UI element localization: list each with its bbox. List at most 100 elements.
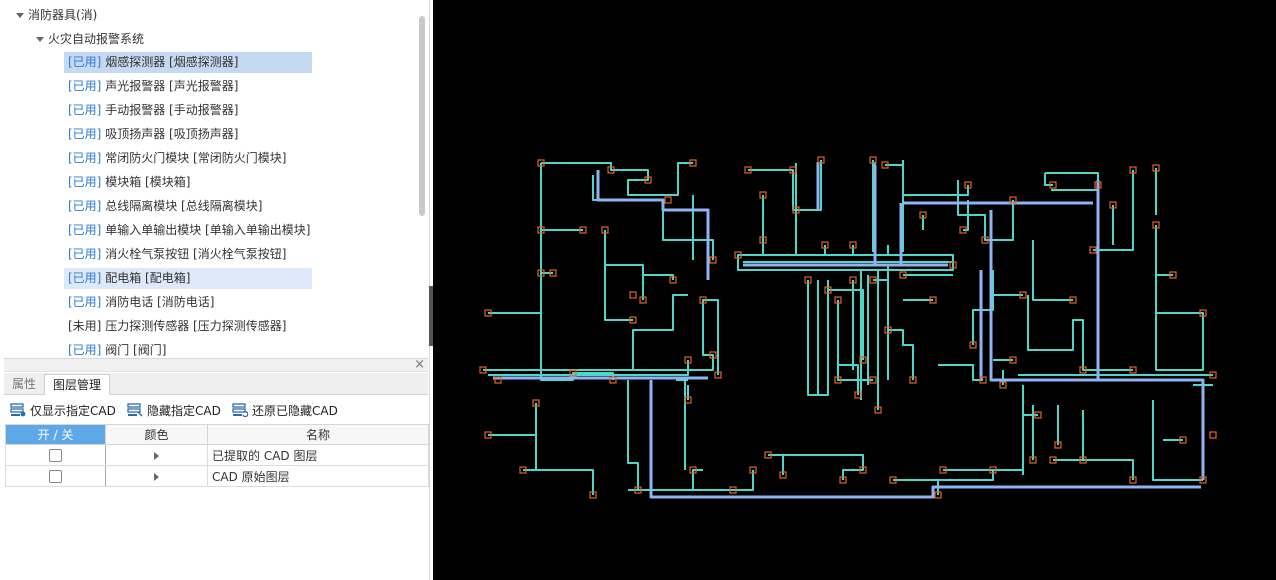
usage-tag: [未用] <box>68 319 102 333</box>
usage-tag: [已用] <box>68 295 102 309</box>
wire-path <box>748 160 822 211</box>
color-picker-arrow-icon[interactable] <box>154 472 159 481</box>
usage-tag: [已用] <box>68 343 102 357</box>
bus-layer <box>493 162 1205 499</box>
layer-visibility-checkbox[interactable] <box>49 470 62 483</box>
tree-item-label: 配电箱 [配电箱] <box>105 271 191 285</box>
tree-item[interactable]: [已用] 模块箱 [模块箱] <box>64 172 312 193</box>
usage-tag: [已用] <box>68 79 102 93</box>
wire-path <box>592 175 714 260</box>
wire-path <box>1155 168 1204 371</box>
left-panel: 消防器具(消) 火灾自动报警系统 [已用] 烟感探测器 [烟感探测器] [已用] … <box>0 0 430 580</box>
tree-item-label: 模块箱 [模块箱] <box>105 175 191 189</box>
wire-path <box>903 274 953 301</box>
color-picker-arrow-icon[interactable] <box>154 451 159 460</box>
hide-cad-label: 隐藏指定CAD <box>147 404 221 418</box>
usage-tag: [已用] <box>68 151 102 165</box>
component-tree: 消防器具(消) 火灾自动报警系统 [已用] 烟感探测器 [烟感探测器] [已用] … <box>0 0 430 357</box>
layer-visibility-checkbox[interactable] <box>49 449 62 462</box>
usage-tag: [已用] <box>68 127 102 141</box>
restore-cad-label: 还原已隐藏CAD <box>252 404 338 418</box>
tree-item-label: 阀门 [阀门] <box>105 343 167 357</box>
tree-item[interactable]: [已用] 消火栓气泵按钮 [消火栓气泵按钮] <box>64 244 312 265</box>
panel-tabs: 属性 图层管理 <box>4 373 428 395</box>
layers-restore-icon <box>232 403 248 417</box>
layers-hide-icon <box>127 403 143 417</box>
wire-path <box>650 405 754 491</box>
wire-path <box>762 163 797 256</box>
usage-tag: [已用] <box>68 223 102 237</box>
wiring-layer <box>483 160 1213 495</box>
close-icon[interactable]: × <box>414 357 425 372</box>
tree-item[interactable]: [已用] 配电箱 [配电箱] <box>64 268 312 289</box>
tree-group-label: 火灾自动报警系统 <box>48 32 145 46</box>
device-symbol[interactable] <box>1209 431 1217 439</box>
tree-item-label: 常闭防火门模块 [常闭防火门模块] <box>105 151 287 165</box>
tree-group[interactable]: 火灾自动报警系统 <box>36 28 144 50</box>
tree-item-label: 总线隔离模块 [总线隔离模块] <box>105 199 263 213</box>
usage-tag: [已用] <box>68 103 102 117</box>
tree-scrollbar[interactable] <box>418 4 426 352</box>
color-column-header[interactable]: 颜色 <box>105 424 208 445</box>
wire-path <box>885 164 969 231</box>
tree-item[interactable]: [已用] 总线隔离模块 [总线隔离模块] <box>64 196 312 217</box>
table-row[interactable]: 已提取的 CAD 图层 <box>5 444 429 466</box>
layers-show-icon <box>10 403 26 417</box>
device-symbol[interactable] <box>629 291 637 299</box>
tree-item-label: 压力探测传感器 [压力探测传感器] <box>105 319 287 333</box>
expand-arrow-icon[interactable] <box>36 37 44 42</box>
tree-item[interactable]: [已用] 单输入单输出模块 [单输入单输出模块] <box>64 220 312 241</box>
wire-path <box>768 454 864 480</box>
cad-canvas[interactable] <box>433 0 1276 580</box>
onoff-column-header[interactable]: 开 / 关 <box>5 424 106 445</box>
usage-tag: [已用] <box>68 199 102 213</box>
cad-drawing[interactable] <box>433 0 1276 580</box>
wire-path <box>887 265 914 380</box>
hide-cad-button[interactable]: 隐藏指定CAD <box>127 402 221 420</box>
table-row[interactable]: CAD 原始图层 <box>5 465 429 487</box>
device-symbol[interactable] <box>664 196 672 204</box>
tree-item[interactable]: [未用] 压力探测传感器 [压力探测传感器] <box>64 316 312 337</box>
wire-path <box>604 230 644 321</box>
tab-properties[interactable]: 属性 <box>4 374 44 395</box>
tree-item[interactable]: [已用] 阀门 [阀门] <box>64 340 312 357</box>
tree-item-label: 单输入单输出模块 [单输入单输出模块] <box>105 223 311 237</box>
tree-item-label: 消防电话 [消防电话] <box>105 295 215 309</box>
layer-toolbar: 仅显示指定CAD 隐藏指定CAD 还原已隐藏CAD <box>4 398 428 422</box>
tree-item-label: 烟感探测器 [烟感探测器] <box>105 55 239 69</box>
wire-path <box>488 403 594 495</box>
tree-item[interactable]: [已用] 声光报警器 [声光报警器] <box>64 76 312 97</box>
app-window: 消防器具(消) 火灾自动报警系统 [已用] 烟感探测器 [烟感探测器] [已用] … <box>0 0 1276 580</box>
wire-path <box>872 160 904 252</box>
layer-name: 已提取的 CAD 图层 <box>207 444 429 466</box>
tab-layer-management[interactable]: 图层管理 <box>44 374 111 395</box>
bus-path <box>596 170 710 280</box>
show-only-cad-label: 仅显示指定CAD <box>30 404 116 418</box>
tree-item-label: 消火栓气泵按钮 [消火栓气泵按钮] <box>105 247 287 261</box>
tree-root[interactable]: 消防器具(消) <box>16 4 97 26</box>
tree-item-label: 手动报警器 [手动报警器] <box>105 103 239 117</box>
panel-splitter[interactable]: × <box>4 357 428 372</box>
usage-tag: [已用] <box>68 55 102 69</box>
tree-item[interactable]: [已用] 手动报警器 [手动报警器] <box>64 100 312 121</box>
tree-item[interactable]: [已用] 常闭防火门模块 [常闭防火门模块] <box>64 148 312 169</box>
tree-scrollbar-thumb[interactable] <box>419 16 425 216</box>
usage-tag: [已用] <box>68 175 102 189</box>
wire-path <box>483 299 719 375</box>
tree-item[interactable]: [已用] 吸顶扬声器 [吸顶扬声器] <box>64 124 312 145</box>
device-symbols <box>479 156 1217 499</box>
name-column-header[interactable]: 名称 <box>207 424 429 445</box>
tree-item-label: 吸顶扬声器 [吸顶扬声器] <box>105 127 239 141</box>
restore-cad-button[interactable]: 还原已隐藏CAD <box>232 402 338 420</box>
tree-item[interactable]: [已用] 烟感探测器 [烟感探测器] <box>64 52 312 73</box>
wire-path <box>1027 295 1133 371</box>
usage-tag: [已用] <box>68 271 102 285</box>
expand-arrow-icon[interactable] <box>16 13 24 18</box>
wire-path <box>488 229 583 314</box>
wire-path <box>893 470 994 495</box>
tree-item-label: 声光报警器 [声光报警器] <box>105 79 239 93</box>
tree-item[interactable]: [已用] 消防电话 [消防电话] <box>64 292 312 313</box>
wire-path <box>1093 170 1173 276</box>
show-only-cad-button[interactable]: 仅显示指定CAD <box>10 402 116 420</box>
wire-path <box>540 163 614 381</box>
